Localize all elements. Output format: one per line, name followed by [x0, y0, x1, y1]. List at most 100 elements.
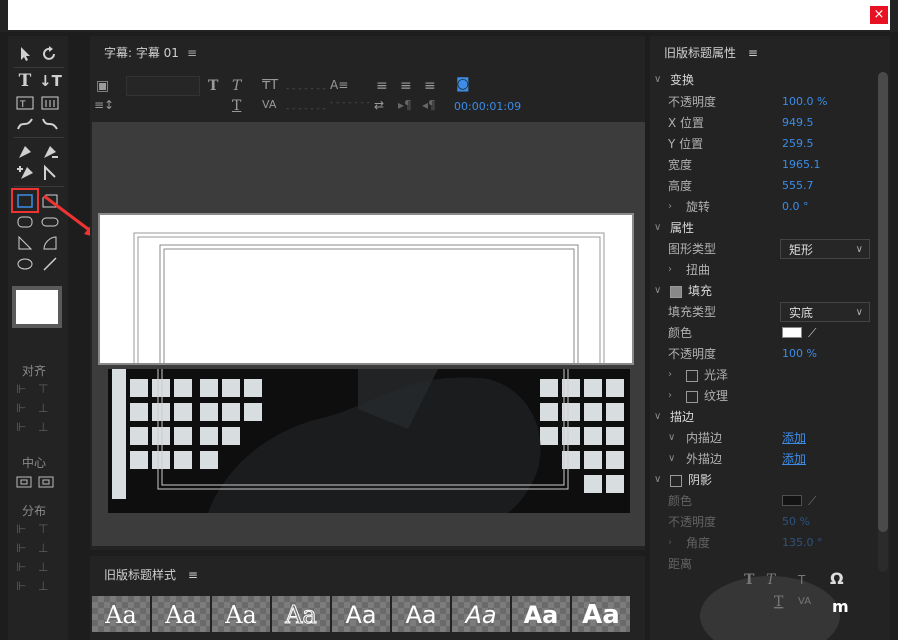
title-canvas[interactable]	[92, 122, 645, 546]
tab-ruler-icon[interactable]: ⇄	[374, 98, 384, 112]
style-swatch[interactable]: Aa	[212, 596, 270, 632]
attributes-section[interactable]: ∨ 属性	[650, 218, 876, 238]
distort-row[interactable]: › 扭曲	[650, 260, 876, 280]
texture-checkbox[interactable]	[686, 390, 698, 403]
align-bottom-icon[interactable]: ⊥	[38, 420, 54, 436]
fill-checkbox[interactable]	[670, 285, 682, 298]
rotation-row[interactable]: › 旋转 0.0 °	[650, 197, 876, 217]
shadow-opacity-value[interactable]: 50 %	[782, 512, 810, 532]
vertical-path-type-tool-icon[interactable]	[39, 114, 61, 133]
eyedropper-icon[interactable]: ⟋	[808, 491, 816, 511]
align-left-icon[interactable]: ⊩	[16, 382, 32, 398]
eyedropper-icon[interactable]: ⟋	[808, 323, 816, 343]
vertical-area-type-tool-icon[interactable]	[39, 93, 61, 112]
editor-tab[interactable]: 字幕: 字幕 01 ≡	[104, 44, 197, 61]
shadow-section[interactable]: ∨ 阴影	[650, 470, 876, 490]
transform-section[interactable]: ∨ 变换	[650, 70, 876, 90]
leading-icon[interactable]: A≡	[330, 78, 348, 92]
style-swatch[interactable]: Aa	[272, 596, 330, 632]
shape-type-dropdown[interactable]: 矩形 ∨	[780, 239, 870, 259]
fill-type-dropdown[interactable]: 实底 ∨	[780, 302, 870, 322]
tab-stops-icon[interactable]: ≡↕	[94, 98, 114, 112]
white-rectangle-shape[interactable]	[98, 213, 634, 365]
align-right-icon[interactable]: ⊩	[16, 420, 32, 436]
opacity-value[interactable]: 100.0 %	[782, 92, 827, 112]
roll-crawl-right-icon[interactable]: ◂¶	[422, 98, 436, 112]
delete-anchor-tool-icon[interactable]	[39, 142, 61, 161]
properties-menu-icon[interactable]: ≡	[748, 46, 758, 60]
add-anchor-tool-icon[interactable]	[14, 163, 36, 182]
style-swatch[interactable]: Aa	[452, 596, 510, 632]
height-value[interactable]: 555.7	[782, 176, 814, 196]
leading-field[interactable]: - - - - - - -	[330, 98, 370, 108]
shadow-checkbox[interactable]	[670, 474, 682, 487]
selection-tool-icon[interactable]	[14, 44, 36, 63]
close-button[interactable]: ×	[870, 6, 888, 24]
add-outer-stroke-link[interactable]: 添加	[782, 449, 806, 469]
fill-section[interactable]: ∨ 填充	[650, 281, 876, 301]
styles-menu-icon[interactable]: ≡	[188, 568, 198, 582]
center-horizontal-icon[interactable]	[16, 474, 32, 490]
kerning-field[interactable]: - - - - - - -	[286, 104, 326, 114]
rotation-tool-icon[interactable]	[39, 44, 61, 63]
shadow-angle-value[interactable]: 135.0 °	[782, 533, 823, 553]
shadow-angle-row[interactable]: › 角度 135.0 °	[650, 533, 876, 553]
font-size-icon[interactable]: ₸T	[262, 78, 278, 93]
style-swatch[interactable]: Aa	[152, 596, 210, 632]
timecode[interactable]: 00:00:01:09	[454, 100, 521, 113]
stroke-section[interactable]: ∨ 描边	[650, 407, 876, 427]
underline-icon[interactable]: T	[232, 98, 241, 114]
rectangle-tool-icon[interactable]	[11, 188, 39, 213]
font-size-field[interactable]: - - - - - - -	[286, 84, 326, 94]
area-type-tool-icon[interactable]: T	[14, 93, 36, 112]
distribute-hspace-icon[interactable]: ⊩	[16, 579, 32, 595]
roll-crawl-left-icon[interactable]: ▸¶	[398, 98, 412, 112]
show-background-video-icon[interactable]: ◙	[456, 76, 470, 92]
editor-menu-icon[interactable]: ≡	[187, 46, 197, 60]
align-top-icon[interactable]: ⊤	[38, 382, 54, 398]
y-position-value[interactable]: 259.5	[782, 134, 814, 154]
distribute-top-icon[interactable]: ⊤	[38, 522, 54, 538]
align-center-v-icon[interactable]: ⊥	[38, 401, 54, 417]
align-right-text-icon[interactable]: ≡	[424, 78, 436, 94]
rounded-rectangle-tool-icon[interactable]	[14, 212, 36, 231]
style-swatch[interactable]: Aa	[332, 596, 390, 632]
shadow-color-swatch[interactable]	[782, 495, 802, 506]
align-center-h-icon[interactable]: ⊩	[16, 401, 32, 417]
type-tool-icon[interactable]: T	[14, 72, 36, 91]
pen-tool-icon[interactable]	[14, 142, 36, 161]
distribute-left-icon[interactable]: ⊩	[16, 522, 32, 538]
bold-icon[interactable]: T	[208, 78, 218, 94]
distribute-vspace-icon[interactable]: ⊥	[38, 579, 54, 595]
distribute-bottom-icon[interactable]: ⊥	[38, 560, 54, 576]
fill-color-swatch[interactable]	[782, 327, 802, 338]
distribute-right-icon[interactable]: ⊩	[16, 560, 32, 576]
vertical-type-tool-icon[interactable]: ↓T	[39, 72, 62, 91]
italic-icon[interactable]: T	[232, 78, 241, 94]
style-swatch[interactable]: Aa	[392, 596, 450, 632]
align-left-text-icon[interactable]: ≡	[376, 78, 388, 94]
ellipse-tool-icon[interactable]	[14, 254, 36, 273]
font-family-select[interactable]	[126, 76, 200, 96]
add-inner-stroke-link[interactable]: 添加	[782, 428, 806, 448]
distribute-middle-icon[interactable]: ⊥	[38, 541, 54, 557]
fill-opacity-value[interactable]: 100 %	[782, 344, 817, 364]
align-center-text-icon[interactable]: ≡	[400, 78, 412, 94]
sheen-checkbox[interactable]	[686, 369, 698, 382]
sheen-row[interactable]: › 光泽	[650, 365, 876, 385]
title-template-icon[interactable]: ▣	[96, 78, 109, 94]
style-swatch[interactable]: Aa	[92, 596, 150, 632]
style-swatch[interactable]: Aa	[512, 596, 570, 632]
path-type-tool-icon[interactable]	[14, 114, 36, 133]
texture-row[interactable]: › 纹理	[650, 386, 876, 406]
distribute-center-icon[interactable]: ⊩	[16, 541, 32, 557]
wedge-tool-icon[interactable]	[14, 233, 36, 252]
x-position-value[interactable]: 949.5	[782, 113, 814, 133]
center-vertical-icon[interactable]	[38, 474, 54, 490]
rotation-value[interactable]: 0.0 °	[782, 197, 809, 217]
properties-scrollbar[interactable]	[878, 72, 888, 572]
convert-anchor-tool-icon[interactable]	[39, 163, 61, 182]
style-swatch[interactable]: Aa	[572, 596, 630, 632]
line-tool-icon[interactable]	[39, 254, 61, 273]
kerning-icon[interactable]: VA	[262, 98, 276, 111]
